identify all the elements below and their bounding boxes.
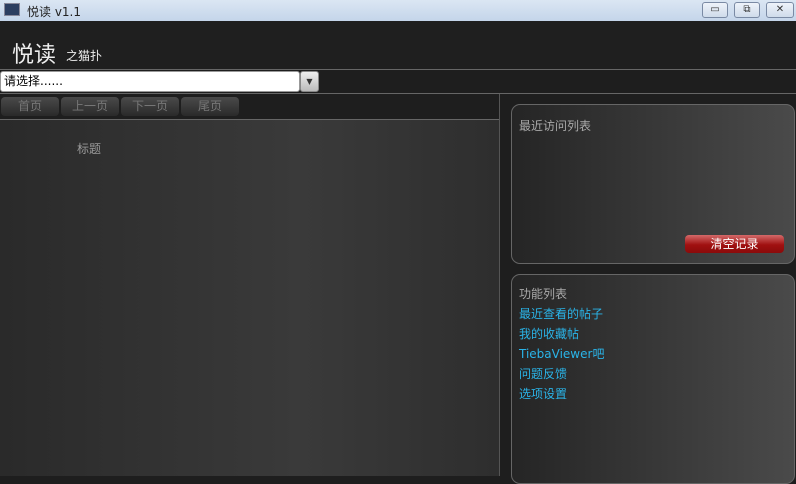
app-subtitle: 之猫扑 — [66, 49, 103, 63]
pagination-bar: 首页 上一页 下一页 尾页 — [0, 94, 499, 120]
app-logo: 悦读 — [12, 43, 57, 68]
title-bar: 悦读 v1.1 ▭ ⧉ ✕ — [0, 0, 796, 21]
chevron-down-icon[interactable]: ▼ — [300, 71, 319, 92]
link-favorites[interactable]: 我的收藏帖 — [519, 325, 579, 342]
function-title: 功能列表 — [519, 287, 568, 301]
board-select[interactable]: 请选择...... — [0, 71, 300, 92]
link-settings[interactable]: 选项设置 — [519, 385, 567, 402]
prev-page-button[interactable]: 上一页 — [61, 97, 119, 116]
function-panel: 功能列表 最近查看的帖子 我的收藏帖 TiebaViewer吧 问题反馈 选项设… — [511, 274, 795, 484]
clear-history-button[interactable]: 清空记录 — [685, 235, 784, 253]
restore-button[interactable]: ⧉ — [734, 2, 760, 18]
next-page-button[interactable]: 下一页 — [121, 97, 179, 116]
post-list-pane: 首页 上一页 下一页 尾页 标题 — [0, 94, 500, 476]
close-button[interactable]: ✕ — [766, 2, 794, 18]
window-title: 悦读 v1.1 — [27, 5, 82, 19]
last-page-button[interactable]: 尾页 — [181, 97, 239, 116]
recent-visits-panel: 最近访问列表 清空记录 — [511, 104, 795, 264]
link-recent-posts[interactable]: 最近查看的帖子 — [519, 305, 603, 322]
link-feedback[interactable]: 问题反馈 — [519, 365, 567, 382]
column-header-title: 标题 — [77, 142, 102, 156]
app-header: 悦读 之猫扑 — [0, 21, 796, 70]
link-tiebaviewer[interactable]: TiebaViewer吧 — [519, 345, 604, 362]
recent-title: 最近访问列表 — [519, 119, 592, 133]
first-page-button[interactable]: 首页 — [1, 97, 59, 116]
app-icon — [4, 3, 20, 16]
minimize-button[interactable]: ▭ — [702, 2, 728, 18]
